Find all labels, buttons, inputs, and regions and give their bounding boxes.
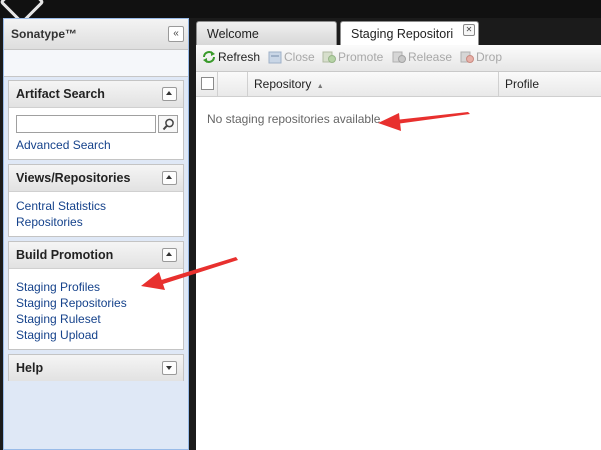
app-header: [0, 0, 601, 25]
nav-link-repositories[interactable]: Repositories: [16, 214, 176, 230]
advanced-search-link[interactable]: Advanced Search: [16, 137, 176, 153]
search-icon: [162, 118, 174, 131]
tab-label: Welcome: [207, 27, 259, 41]
close-repo-icon: [268, 51, 282, 64]
tab-strip: Welcome Staging Repositori ✕: [196, 18, 601, 45]
chevron-up-icon: [166, 175, 172, 179]
drop-button[interactable]: Drop: [460, 50, 502, 66]
release-label: Release: [408, 50, 453, 64]
artifact-search-header[interactable]: Artifact Search: [9, 81, 183, 108]
grid-header: Repository ▲ Profile: [196, 72, 601, 97]
refresh-label: Refresh: [218, 50, 261, 64]
release-icon: [392, 51, 406, 63]
left-sidebar: Sonatype™ « Artifact Search Advanced Sea…: [3, 18, 189, 450]
close-icon[interactable]: ✕: [463, 24, 475, 36]
refresh-icon: [203, 51, 215, 63]
nav-link-staging-upload[interactable]: Staging Upload: [16, 327, 176, 343]
panel-title: Help: [16, 361, 44, 375]
nav-link-central-statistics[interactable]: Central Statistics: [16, 198, 176, 214]
release-button[interactable]: Release: [392, 50, 452, 66]
close-label: Close: [284, 50, 315, 64]
close-button[interactable]: Close: [268, 50, 315, 66]
sort-asc-icon: ▲: [316, 83, 324, 90]
collapse-sidebar-button[interactable]: «: [168, 26, 184, 42]
tab-welcome[interactable]: Welcome: [196, 21, 337, 45]
column-header-repository[interactable]: Repository ▲: [248, 72, 499, 96]
chevron-up-icon: [166, 252, 172, 256]
tab-label: Staging Repositori: [351, 27, 454, 41]
build-promotion-panel: Build Promotion Staging Profiles Staging…: [8, 241, 184, 350]
collapse-panel-button[interactable]: [162, 171, 177, 185]
chevron-up-icon: [166, 91, 172, 95]
expander-column: [218, 72, 248, 96]
promote-icon: [322, 51, 336, 63]
select-all-checkbox[interactable]: [201, 77, 214, 90]
sidebar-header: Sonatype™ «: [4, 19, 188, 50]
collapse-panel-button[interactable]: [162, 248, 177, 262]
main-content: Welcome Staging Repositori ✕ Refresh Clo…: [196, 18, 601, 450]
nav-link-staging-ruleset[interactable]: Staging Ruleset: [16, 311, 176, 327]
chevron-down-icon: [166, 366, 172, 370]
help-panel: Help: [8, 354, 184, 381]
nav-link-staging-profiles[interactable]: Staging Profiles: [16, 279, 176, 295]
help-header[interactable]: Help: [9, 355, 183, 381]
panel-title: Artifact Search: [16, 87, 105, 101]
build-promotion-header[interactable]: Build Promotion: [9, 242, 183, 269]
drop-label: Drop: [476, 50, 503, 64]
search-button[interactable]: [158, 115, 178, 133]
column-header-profile[interactable]: Profile: [499, 72, 601, 96]
tab-staging-repositories[interactable]: Staging Repositori ✕: [340, 21, 479, 45]
column-label: Profile: [505, 77, 540, 91]
sidebar-spacer: [4, 50, 188, 77]
drop-icon: [460, 51, 474, 63]
views-repositories-panel: Views/Repositories Central Statistics Re…: [8, 164, 184, 237]
empty-grid-message: No staging repositories available: [207, 112, 381, 126]
promote-button[interactable]: Promote: [322, 50, 383, 66]
panel-title: Build Promotion: [16, 248, 114, 262]
promote-label: Promote: [338, 50, 384, 64]
sidebar-brand: Sonatype™: [11, 27, 78, 41]
views-repositories-header[interactable]: Views/Repositories: [9, 165, 183, 192]
artifact-search-panel: Artifact Search Advanced Search: [8, 80, 184, 160]
expand-panel-button[interactable]: [162, 361, 177, 375]
nav-link-staging-repositories[interactable]: Staging Repositories: [16, 295, 176, 311]
select-all-cell: [196, 72, 218, 96]
staging-toolbar: Refresh Close Promote Release Drop: [196, 45, 601, 72]
collapse-panel-button[interactable]: [162, 87, 177, 101]
column-label: Repository: [254, 77, 312, 91]
refresh-button[interactable]: Refresh: [202, 50, 260, 66]
panel-title: Views/Repositories: [16, 171, 131, 185]
artifact-search-input[interactable]: [16, 115, 156, 133]
